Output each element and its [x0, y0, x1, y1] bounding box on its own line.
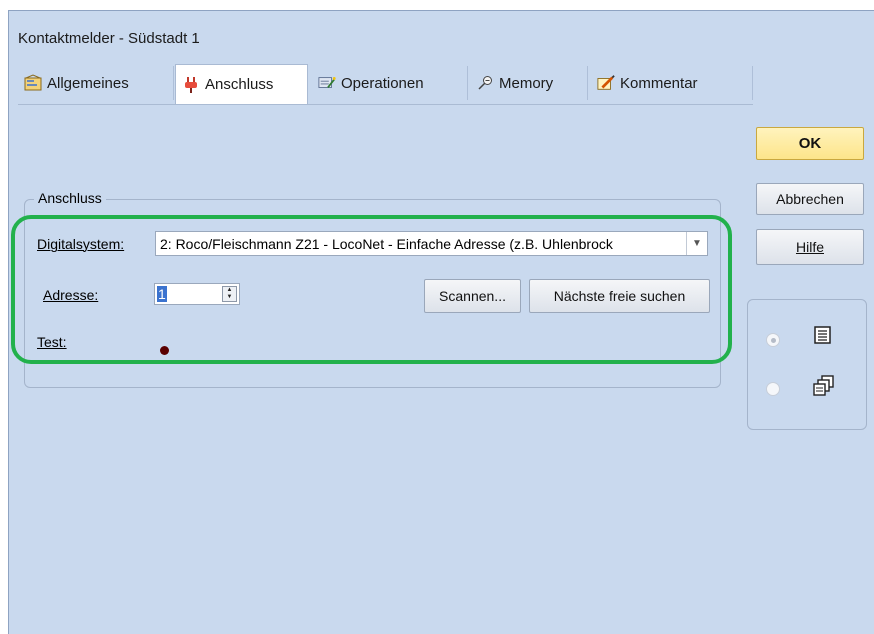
- ok-button[interactable]: OK: [756, 127, 864, 160]
- test-label: Test:: [37, 334, 67, 350]
- window-title: Kontaktmelder - Südstadt 1: [18, 30, 200, 47]
- next-free-button[interactable]: Nächste freie suchen: [529, 279, 710, 313]
- address-value[interactable]: 1: [157, 286, 167, 302]
- help-button[interactable]: Hilfe: [756, 229, 864, 265]
- tab-operationen[interactable]: Operationen: [312, 66, 468, 100]
- chevron-down-icon[interactable]: ▼: [686, 232, 707, 255]
- tab-bar: Allgemeines Anschluss Operationen Memory…: [18, 64, 753, 105]
- digital-system-value: 2: Roco/Fleischmann Z21 - LocoNet - Einf…: [160, 235, 613, 252]
- scan-button[interactable]: Scannen...: [424, 279, 521, 313]
- digital-system-label: Digitalsystem:: [37, 236, 125, 252]
- tab-label-allgemeines: Allgemeines: [47, 74, 129, 92]
- stepper-arrows-icon[interactable]: ▲ ▼: [222, 286, 237, 302]
- view-list-radio[interactable]: [766, 333, 780, 347]
- list-view-icon: [813, 325, 833, 351]
- tab-anschluss[interactable]: Anschluss: [175, 64, 308, 104]
- operations-icon: [318, 74, 336, 92]
- tab-allgemeines[interactable]: Allgemeines: [18, 66, 174, 100]
- tab-label-kommentar: Kommentar: [620, 74, 698, 92]
- cascade-view-icon: [813, 375, 835, 403]
- test-status-led: [160, 346, 169, 355]
- view-mode-panel: [747, 299, 867, 430]
- tab-memory[interactable]: Memory: [470, 66, 588, 100]
- tab-kommentar[interactable]: Kommentar: [591, 66, 753, 100]
- tab-label-anschluss: Anschluss: [205, 76, 274, 93]
- radio-selected-dot: [770, 337, 776, 343]
- plug-icon: [182, 76, 200, 94]
- memory-pin-icon: [476, 74, 494, 92]
- address-stepper[interactable]: 1 ▲ ▼: [154, 283, 240, 305]
- tab-label-operationen: Operationen: [341, 74, 424, 92]
- digital-system-select[interactable]: 2: Roco/Fleischmann Z21 - LocoNet - Einf…: [155, 231, 708, 256]
- properties-icon: [24, 74, 42, 92]
- view-cascade-radio[interactable]: [766, 382, 780, 396]
- connection-group-label: Anschluss: [34, 190, 106, 206]
- address-label: Adresse:: [43, 287, 99, 303]
- comment-pencil-icon: [597, 74, 615, 92]
- cancel-button[interactable]: Abbrechen: [756, 183, 864, 215]
- tab-label-memory: Memory: [499, 74, 554, 92]
